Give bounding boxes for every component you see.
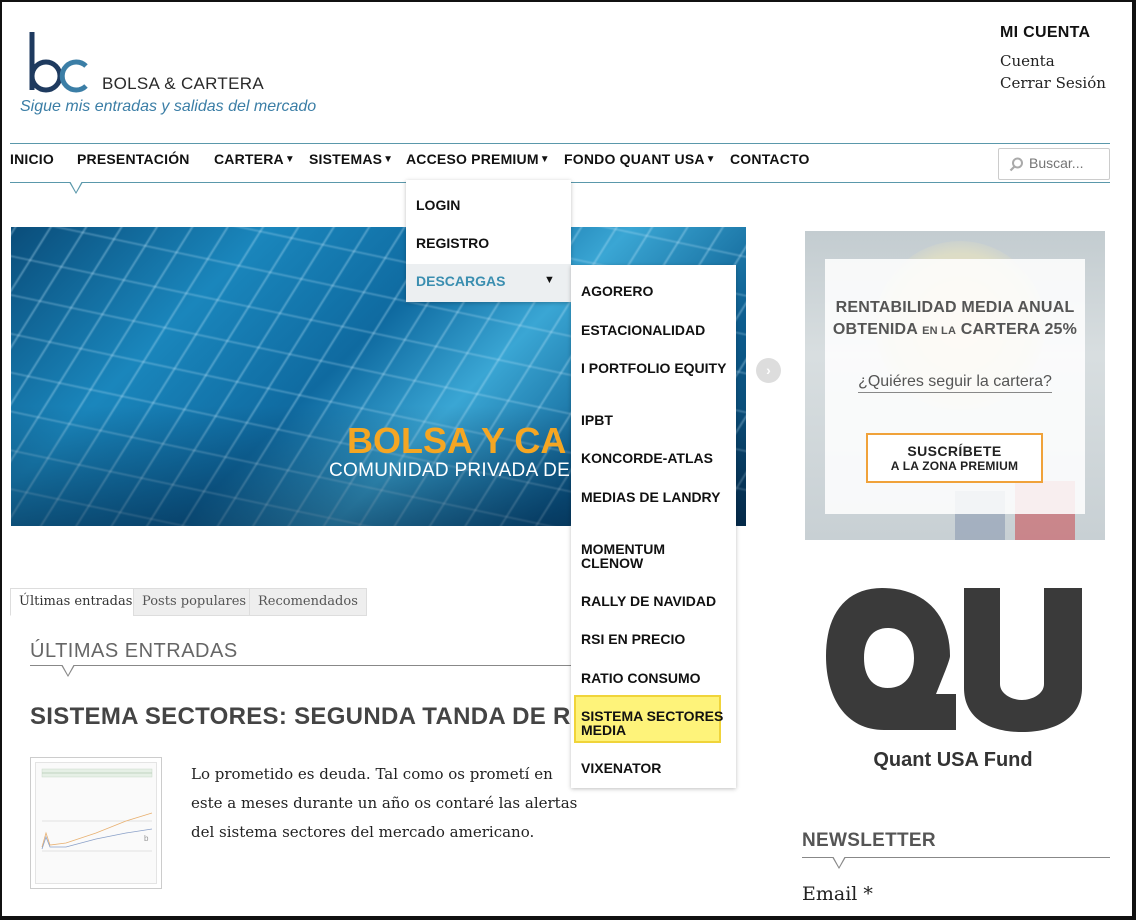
promo-headline-2: OBTENIDA EN LA CARTERA 25% — [825, 321, 1085, 339]
menu-item-koncorde-atlas[interactable]: KONCORDE-ATLAS — [581, 451, 731, 465]
menu-item-vixenator[interactable]: VIXENATOR — [581, 761, 731, 775]
tab-posts-populares[interactable]: Posts populares — [133, 588, 256, 616]
account-title: MI CUENTA — [1000, 24, 1091, 41]
promo-question-text: ¿Quiéres seguir la cartera? — [858, 373, 1052, 393]
tab-ultimas-entradas[interactable]: Últimas entradas — [10, 588, 142, 616]
menu-item-agorero[interactable]: AGORERO — [581, 284, 731, 298]
nav-label: CONTACTO — [730, 151, 810, 167]
menu-item-rally-de-navidad[interactable]: RALLY DE NAVIDAD — [581, 594, 731, 608]
promo-headline: RENTABILIDAD MEDIA ANUAL — [835, 299, 1075, 316]
account-panel: MI CUENTA Cuenta Cerrar Sesión — [1000, 24, 1110, 94]
promo-text-small: EN LA — [922, 325, 957, 337]
menu-item-rsi-en-precio[interactable]: RSI EN PRECIO — [581, 632, 731, 646]
promo-text: OBTENIDA — [832, 321, 918, 338]
descargas-dropdown: AGORERO ESTACIONALIDAD I PORTFOLIO EQUIT… — [571, 265, 736, 788]
promo-text: CARTERA 25% — [960, 321, 1078, 338]
post-title[interactable]: SISTEMA SECTORES: SEGUNDA TANDA DE R — [30, 703, 571, 731]
menu-item-ratio-consumo[interactable]: RATIO CONSUMO — [581, 671, 731, 685]
slide-subtitle: COMUNIDAD PRIVADA DE — [329, 460, 571, 481]
subscribe-button[interactable]: SUSCRÍBETE A LA ZONA PREMIUM — [866, 433, 1043, 483]
nav-item-sistemas[interactable]: SISTEMAS▼ — [309, 151, 393, 167]
post-excerpt: Lo prometido es deuda. Tal como os prome… — [191, 765, 578, 841]
menu-item-sistema-sectores-media[interactable]: SISTEMA SECTORES MEDIA — [581, 709, 731, 737]
slide-title: BOLSA Y CA — [347, 420, 567, 461]
site-tagline: Sigue mis entradas y salidas del mercado — [20, 98, 317, 115]
search-box[interactable] — [998, 148, 1110, 180]
nav-label: INICIO — [10, 151, 54, 167]
section-pointer — [61, 664, 75, 677]
nav-item-contacto[interactable]: CONTACTO — [730, 151, 810, 167]
slider-next-icon[interactable]: › — [756, 358, 781, 383]
nav-active-pointer — [69, 181, 83, 194]
account-link[interactable]: Cuenta — [1000, 50, 1110, 72]
quant-usa-logo[interactable] — [822, 584, 1084, 734]
quant-usa-caption: Quant USA Fund — [873, 749, 1033, 771]
nav-label: PRESENTACIÓN — [77, 151, 190, 167]
nav-item-cartera[interactable]: CARTERA▼ — [214, 151, 295, 167]
promo-question: ¿Quiéres seguir la cartera? — [825, 373, 1085, 393]
tab-recomendados[interactable]: Recomendados — [249, 588, 367, 616]
menu-item-login[interactable]: LOGIN — [416, 197, 460, 213]
search-input[interactable] — [1029, 155, 1105, 171]
qu-logo-icon — [826, 588, 1082, 732]
nav-label: FONDO QUANT USA — [564, 151, 705, 167]
caret-down-icon: ▼ — [705, 154, 716, 165]
newsletter-divider — [802, 857, 1110, 858]
caret-down-icon: ▼ — [383, 154, 394, 165]
thumbnail-chart-icon: b — [41, 768, 153, 852]
nav-top-border — [10, 143, 1110, 144]
site-logo[interactable]: BOLSA & CARTERA Sigue mis entradas y sal… — [20, 30, 344, 120]
menu-item-descargas[interactable]: DESCARGAS — [416, 273, 505, 289]
subscribe-label: SUSCRÍBETE — [907, 443, 1002, 459]
nav-item-inicio[interactable]: INICIO — [10, 151, 54, 167]
caret-down-icon: ▼ — [284, 154, 295, 165]
premium-promo-banner[interactable]: RENTABILIDAD MEDIA ANUAL OBTENIDA EN LA … — [805, 231, 1105, 540]
newsletter-pointer — [832, 856, 846, 869]
post-thumbnail[interactable]: b — [30, 757, 162, 889]
menu-item-estacionalidad[interactable]: ESTACIONALIDAD — [581, 323, 731, 337]
section-title: ÚLTIMAS ENTRADAS — [30, 640, 238, 662]
menu-item-momentum-clenow[interactable]: MOMENTUM CLENOW — [581, 542, 731, 570]
logout-link[interactable]: Cerrar Sesión — [1000, 72, 1110, 94]
menu-item-ipbt[interactable]: IPBT — [581, 413, 731, 427]
nav-item-acceso-premium[interactable]: ACCESO PREMIUM▼ — [406, 151, 550, 167]
caret-down-icon: ▼ — [544, 274, 555, 286]
logo-name: BOLSA & CARTERA — [102, 74, 264, 93]
section-divider — [30, 665, 575, 666]
newsletter-title: NEWSLETTER — [802, 830, 936, 851]
search-icon — [1009, 157, 1023, 172]
svg-text:b: b — [144, 834, 149, 843]
thumbnail-image: b — [35, 762, 157, 884]
subscribe-sublabel: A LA ZONA PREMIUM — [890, 459, 1019, 473]
nav-item-fondo-quant-usa[interactable]: FONDO QUANT USA▼ — [564, 151, 716, 167]
caret-down-icon: ▼ — [539, 154, 550, 165]
nav-label: SISTEMAS — [309, 151, 383, 167]
menu-item-i-portfolio-equity[interactable]: I PORTFOLIO EQUITY — [581, 361, 731, 375]
bc-logo-icon — [29, 32, 88, 93]
promo-card: RENTABILIDAD MEDIA ANUAL OBTENIDA EN LA … — [825, 259, 1085, 514]
email-label: Email * — [802, 883, 873, 905]
nav-label: ACCESO PREMIUM — [406, 151, 539, 167]
nav-label: CARTERA — [214, 151, 284, 167]
acceso-premium-dropdown: LOGIN REGISTRO DESCARGAS ▼ — [406, 180, 571, 302]
menu-item-registro[interactable]: REGISTRO — [416, 235, 489, 251]
menu-item-medias-de-landry[interactable]: MEDIAS DE LANDRY — [581, 490, 731, 504]
nav-item-presentacion[interactable]: PRESENTACIÓN — [77, 151, 190, 167]
